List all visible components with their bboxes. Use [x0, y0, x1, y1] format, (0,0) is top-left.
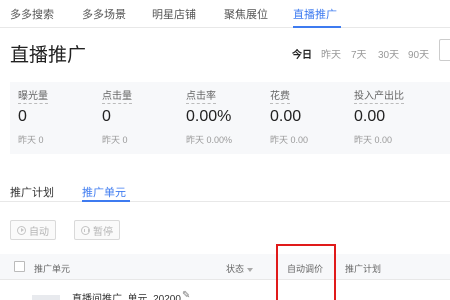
auto-button[interactable]: 自动	[10, 220, 56, 240]
metrics-panel: 曝光量 0 昨天 0 点击量 0 昨天 0 点击率 0.00% 昨天 0.00%…	[10, 82, 450, 154]
page-title: 直播推广	[10, 45, 87, 66]
date-picker[interactable]	[439, 39, 450, 61]
top-tab-bar: 多多搜索 多多场景 明星店铺 聚焦展位 直播推广	[0, 0, 450, 28]
metric-label: 点击量	[102, 91, 132, 104]
row-unit-name[interactable]: 直播间推广_单元_20200...	[72, 290, 189, 300]
auto-button-label: 自动	[29, 226, 49, 238]
metric-label: 点击率	[186, 91, 216, 104]
metric-value: 0.00	[270, 108, 302, 125]
tab-promotion-plan[interactable]: 推广计划	[10, 184, 54, 200]
header-status-label: 状态	[226, 264, 245, 274]
range-today[interactable]: 今日	[292, 46, 312, 61]
range-7-days[interactable]: 7天	[351, 46, 367, 61]
metric-yesterday: 昨天 0.00	[270, 135, 309, 145]
metric-value: 0.00%	[186, 108, 232, 125]
play-icon	[17, 225, 26, 235]
pause-button-label: 暂停	[93, 226, 113, 238]
metric-yesterday: 昨天 0.00%	[186, 135, 233, 145]
row-thumbnail	[32, 295, 60, 300]
table-header: 推广单元 状态 自动调价 推广计划	[0, 254, 450, 280]
select-all-checkbox[interactable]	[14, 261, 25, 272]
header-unit: 推广单元	[34, 264, 71, 274]
metric-label: 投入产出比	[354, 91, 404, 104]
tab-focus-booth[interactable]: 聚焦展位	[224, 6, 268, 22]
tab-star-shop[interactable]: 明星店铺	[152, 6, 196, 22]
tab-promotion-unit[interactable]: 推广单元	[82, 184, 126, 200]
metric-yesterday: 昨天 0	[18, 135, 44, 145]
metric-value: 0	[18, 108, 27, 125]
sub-tab-bar: 推广计划 推广单元	[0, 176, 450, 202]
range-30-days[interactable]: 30天	[378, 46, 399, 61]
metric-value: 0	[102, 108, 111, 125]
tab-duoduo-search[interactable]: 多多搜索	[10, 6, 54, 22]
range-yesterday[interactable]: 昨天	[321, 46, 341, 61]
range-90-days[interactable]: 90天	[408, 46, 429, 61]
metric-yesterday: 昨天 0.00	[354, 135, 393, 145]
edit-icon[interactable]: ✎	[182, 290, 190, 300]
filter-icon[interactable]	[247, 267, 254, 272]
header-plan: 推广计划	[345, 264, 382, 274]
metric-yesterday: 昨天 0	[102, 135, 128, 145]
metric-value: 0.00	[354, 108, 386, 125]
tab-duoduo-scene[interactable]: 多多场景	[82, 6, 126, 22]
pause-icon	[81, 225, 90, 235]
active-tab-indicator	[293, 26, 341, 28]
metric-label: 曝光量	[18, 91, 48, 104]
tab-live-promotion[interactable]: 直播推广	[293, 6, 337, 22]
active-subtab-indicator	[82, 200, 130, 202]
highlight-box	[276, 244, 336, 300]
header-status[interactable]: 状态	[226, 262, 254, 275]
metric-label: 花费	[270, 91, 290, 104]
pause-button[interactable]: 暂停	[74, 220, 120, 240]
